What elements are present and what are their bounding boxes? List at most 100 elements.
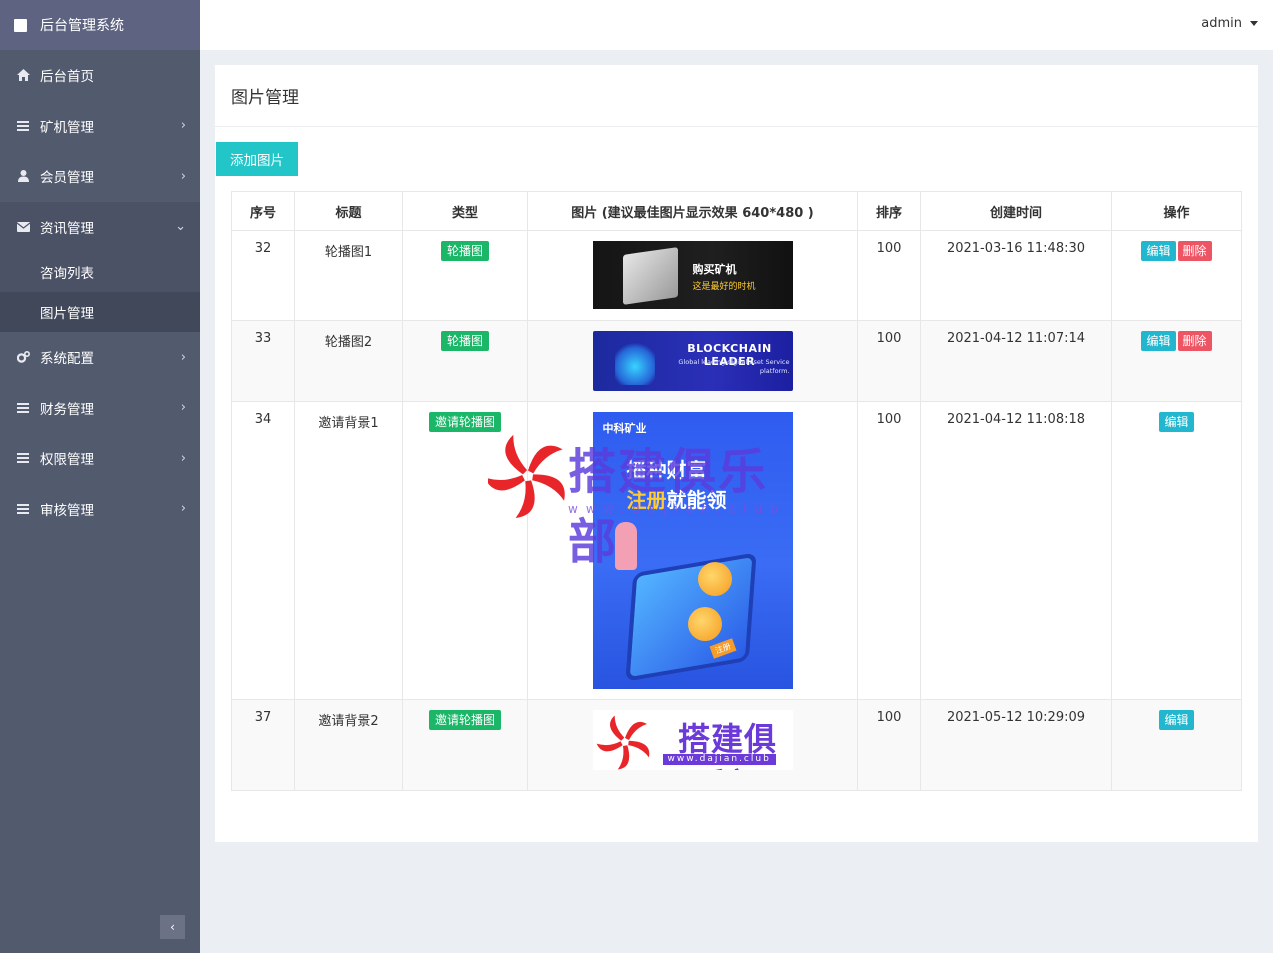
content-panel: 图片管理 添加图片 序号 标题 类型 图片 (建议最佳图片显示效果 640*48… xyxy=(215,65,1258,842)
sidebar-item-home[interactable]: 后台首页 xyxy=(0,50,200,101)
type-badge: 邀请轮播图 xyxy=(428,412,501,432)
edit-button[interactable]: 编辑 xyxy=(1141,241,1176,261)
chevron-right-icon: › xyxy=(180,168,186,184)
type-badge: 轮播图 xyxy=(440,241,489,261)
sidebar-item-members[interactable]: 会员管理 › xyxy=(0,151,200,202)
sidebar-item-label: 资讯管理 xyxy=(40,220,94,237)
cell-created: 2021-05-12 10:29:09 xyxy=(920,699,1112,791)
sidebar-item-finance[interactable]: 财务管理 › xyxy=(0,383,200,434)
cell-title: 轮播图1 xyxy=(294,230,403,321)
cell-type: 邀请轮播图 xyxy=(402,401,528,700)
edit-button[interactable]: 编辑 xyxy=(1159,710,1194,730)
user-menu[interactable]: admin xyxy=(1201,16,1258,31)
cell-sort: 100 xyxy=(857,401,921,700)
cell-actions: 编辑 xyxy=(1111,699,1242,791)
sidebar-item-review[interactable]: 审核管理 › xyxy=(0,484,200,535)
col-header-actions: 操作 xyxy=(1111,191,1242,231)
banner-subline: 这是最好的时机 xyxy=(692,282,756,292)
sidebar-item-news[interactable]: 资讯管理 ⌄ xyxy=(0,201,200,252)
invite-background-image[interactable]: 中科矿业 播种财富 注册就能领 注册 xyxy=(592,412,793,689)
invite-background-image[interactable]: 搭建俱乐部 www.dajian.club xyxy=(592,710,793,770)
sidebar-collapse-button[interactable]: ‹ xyxy=(160,915,185,939)
table-row: 33 轮播图2 轮播图 BLOCKCHAIN LEADER Global lea… xyxy=(231,320,1242,402)
cell-title: 轮播图2 xyxy=(294,320,403,402)
sidebar-subitem-consult-list[interactable]: 咨询列表 xyxy=(0,252,200,292)
chevron-right-icon: › xyxy=(180,118,186,134)
invite-headline-highlight: 注册 xyxy=(626,488,667,512)
col-header-title: 标题 xyxy=(294,191,403,231)
chevron-right-icon: › xyxy=(180,501,186,517)
sidebar-item-label: 审核管理 xyxy=(40,502,94,519)
sidebar-item-permissions[interactable]: 权限管理 › xyxy=(0,433,200,484)
pinwheel-logo-icon xyxy=(596,715,649,770)
person-illustration xyxy=(614,522,637,570)
sidebar-item-miners[interactable]: 矿机管理 › xyxy=(0,101,200,152)
cell-type: 邀请轮播图 xyxy=(402,699,528,791)
edit-button[interactable]: 编辑 xyxy=(1159,412,1194,432)
username: admin xyxy=(1201,16,1242,31)
caret-down-icon xyxy=(1250,21,1258,26)
cell-actions: 编辑 删除 xyxy=(1111,230,1242,321)
sidebar-item-label: 会员管理 xyxy=(40,170,94,187)
delete-button[interactable]: 删除 xyxy=(1177,241,1212,261)
col-header-type: 类型 xyxy=(402,191,528,231)
sidebar: 后台管理系统 后台首页 矿机管理 › 会员管理 › 资讯管理 ⌄ 咨询列表 图片… xyxy=(0,0,200,953)
app-brand[interactable]: 后台管理系统 xyxy=(0,0,200,50)
sidebar-subitem-image-management[interactable]: 图片管理 xyxy=(0,292,200,332)
add-image-button[interactable]: 添加图片 xyxy=(216,142,298,176)
chevron-down-icon: ⌄ xyxy=(175,219,186,235)
type-badge: 轮播图 xyxy=(440,331,489,351)
logo-url: www.dajian.club xyxy=(662,754,776,765)
col-header-sort: 排序 xyxy=(857,191,921,231)
cell-id: 33 xyxy=(231,320,295,402)
list-icon xyxy=(16,502,30,516)
sidebar-item-label: 系统配置 xyxy=(40,351,94,368)
invite-brand: 中科矿业 xyxy=(602,422,647,435)
page-title: 图片管理 xyxy=(215,65,1258,127)
cell-id: 37 xyxy=(231,699,295,791)
sidebar-item-system[interactable]: 系统配置 › xyxy=(0,332,200,383)
delete-button[interactable]: 删除 xyxy=(1177,331,1212,351)
cell-image: 中科矿业 播种财富 注册就能领 注册 xyxy=(527,401,858,700)
cell-actions: 编辑 删除 xyxy=(1111,320,1242,402)
table-header-row: 序号 标题 类型 图片 (建议最佳图片显示效果 640*480 ) 排序 创建时… xyxy=(231,191,1242,231)
invite-headline-2: 注册就能领 xyxy=(627,484,727,513)
sidebar-submenu-news: 咨询列表 图片管理 xyxy=(0,252,200,332)
cell-type: 轮播图 xyxy=(402,320,528,402)
col-header-image: 图片 (建议最佳图片显示效果 640*480 ) xyxy=(527,191,858,231)
image-table: 序号 标题 类型 图片 (建议最佳图片显示效果 640*480 ) 排序 创建时… xyxy=(231,191,1242,791)
cell-created: 2021-04-12 11:08:18 xyxy=(920,401,1112,700)
cell-sort: 100 xyxy=(857,230,921,321)
chevron-right-icon: › xyxy=(180,450,186,466)
cell-actions: 编辑 xyxy=(1111,401,1242,700)
sidebar-item-label: 后台首页 xyxy=(40,69,94,86)
col-header-created: 创建时间 xyxy=(920,191,1112,231)
banner-image[interactable]: 购买矿机 这是最好的时机 xyxy=(592,241,793,309)
cell-sort: 100 xyxy=(857,699,921,791)
blockchain-graphic xyxy=(614,339,655,385)
edit-button[interactable]: 编辑 xyxy=(1141,331,1176,351)
banner-image[interactable]: BLOCKCHAIN LEADER Global leading digital… xyxy=(592,331,793,391)
sidebar-menu: 后台首页 矿机管理 › 会员管理 › 资讯管理 ⌄ 咨询列表 图片管理 系统配置… xyxy=(0,50,200,534)
cell-image: 搭建俱乐部 www.dajian.club xyxy=(527,699,858,791)
chevron-right-icon: › xyxy=(180,349,186,365)
cell-image: BLOCKCHAIN LEADER Global leading digital… xyxy=(527,320,858,402)
invite-headline: 播种财富 xyxy=(626,458,707,482)
sidebar-item-label: 权限管理 xyxy=(40,452,94,469)
envelope-icon xyxy=(16,220,30,234)
list-icon xyxy=(16,401,30,415)
type-badge: 邀请轮播图 xyxy=(428,710,501,730)
sidebar-item-label: 矿机管理 xyxy=(40,119,94,136)
invite-headline-rest: 就能领 xyxy=(666,488,727,512)
cell-title: 邀请背景1 xyxy=(294,401,403,700)
cell-title: 邀请背景2 xyxy=(294,699,403,791)
chevron-left-icon: ‹ xyxy=(170,920,175,934)
gears-icon xyxy=(16,350,30,364)
banner-subline-2: platform. xyxy=(759,367,790,375)
list-icon xyxy=(16,119,30,133)
sidebar-item-label: 财务管理 xyxy=(40,401,94,418)
miner-graphic xyxy=(622,247,678,305)
coin-illustration xyxy=(687,607,722,641)
sidebar-subitem-label: 咨询列表 xyxy=(40,266,94,282)
user-icon xyxy=(16,169,30,183)
